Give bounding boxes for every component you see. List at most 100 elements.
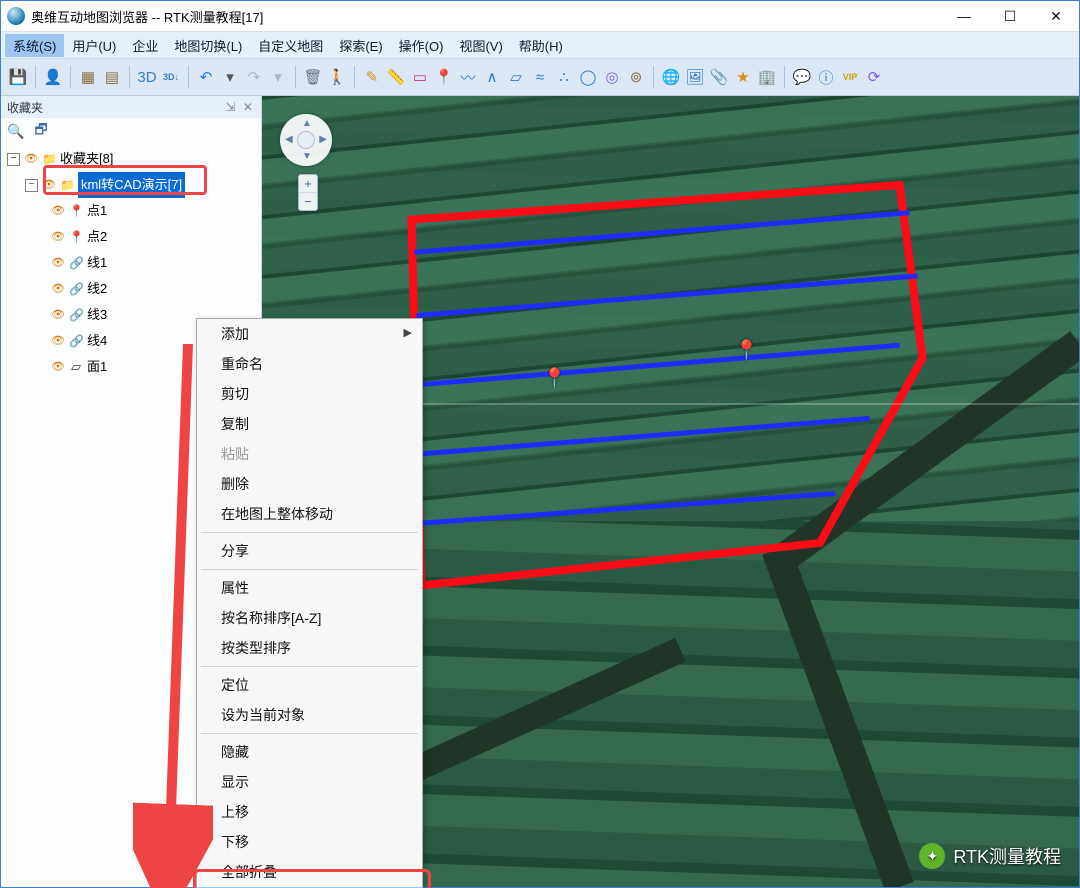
tree-item-label[interactable]: 面1 xyxy=(87,354,107,380)
ctx-定位[interactable]: 定位 xyxy=(197,670,422,700)
menu-地图切换(L)[interactable]: 地图切换(L) xyxy=(166,34,250,57)
sidebar-search-icon[interactable]: 🔍 xyxy=(7,123,24,140)
target1-icon[interactable]: ◎ xyxy=(603,68,621,86)
tree-item-label[interactable]: 线4 xyxy=(87,328,107,354)
undo-icon[interactable]: ↶ xyxy=(197,68,215,86)
maximize-button[interactable]: ☐ xyxy=(987,1,1033,31)
tree-item-label[interactable]: 点2 xyxy=(87,224,107,250)
polygon-icon[interactable]: ▱ xyxy=(507,68,525,86)
refresh-icon[interactable]: ⟳ xyxy=(865,68,883,86)
nav-up-icon[interactable]: ▲ xyxy=(302,118,312,129)
circle-icon[interactable]: ◯ xyxy=(579,68,597,86)
eye-icon[interactable]: 👁 xyxy=(42,172,56,198)
chat-icon[interactable]: 💬 xyxy=(793,68,811,86)
eye-icon[interactable]: 👁 xyxy=(51,198,65,224)
nav-right-icon[interactable]: ▶ xyxy=(319,134,327,145)
redo-icon[interactable]: ↷ xyxy=(245,68,263,86)
menu-bar[interactable]: 系统(S)用户(U)企业地图切换(L)自定义地图探索(E)操作(O)视图(V)帮… xyxy=(1,32,1079,59)
context-menu[interactable]: 添加▶重命名剪切复制粘贴删除在地图上整体移动分享属性按名称排序[A-Z]按类型排… xyxy=(196,318,423,888)
menu-用户(U)[interactable]: 用户(U) xyxy=(64,34,124,57)
ctx-剪切[interactable]: 剪切 xyxy=(197,379,422,409)
ctx-显示[interactable]: 显示 xyxy=(197,767,422,797)
polyline-icon[interactable]: 〰 xyxy=(459,68,477,86)
ctx-下移[interactable]: 下移 xyxy=(197,827,422,857)
ctx-隐藏[interactable]: 隐藏 xyxy=(197,737,422,767)
map-zoom-control[interactable]: + − xyxy=(298,174,318,211)
tree-item-label[interactable]: 线2 xyxy=(87,276,107,302)
minimize-button[interactable]: — xyxy=(941,1,987,31)
ctx-在地图上整体移动[interactable]: 在地图上整体移动 xyxy=(197,499,422,529)
ctx-全部折叠[interactable]: 全部折叠 xyxy=(197,857,422,887)
tree-toggle[interactable]: − xyxy=(7,153,20,166)
ctx-设为当前对象[interactable]: 设为当前对象 xyxy=(197,700,422,730)
ctx-重命名[interactable]: 重命名 xyxy=(197,349,422,379)
ctx-分享[interactable]: 分享 xyxy=(197,536,422,566)
body-icon[interactable]: 🚶 xyxy=(328,68,346,86)
ctx-删除[interactable]: 删除 xyxy=(197,469,422,499)
menu-帮助(H)[interactable]: 帮助(H) xyxy=(511,34,571,57)
map-pin-1[interactable]: 📍 xyxy=(542,366,567,391)
sidebar-header[interactable]: 收藏夹 ⇲ ✕ xyxy=(1,96,261,118)
sidebar-pin-icon[interactable]: ⇲ ✕ xyxy=(226,100,255,114)
vip-icon[interactable]: VIP xyxy=(841,68,859,86)
image-icon[interactable]: 🖼 xyxy=(686,68,704,86)
info-icon[interactable]: ⓘ xyxy=(817,68,835,86)
map-pin-2[interactable]: 📍 xyxy=(734,338,759,363)
tree-item-label[interactable]: 线3 xyxy=(87,302,107,328)
eye-icon[interactable]: 👁 xyxy=(51,302,65,328)
tree-root-label[interactable]: 收藏夹[8] xyxy=(60,146,113,172)
menu-系统(S)[interactable]: 系统(S) xyxy=(5,34,64,57)
ctx-按类型排序[interactable]: 按类型排序 xyxy=(197,633,422,663)
redo-menu-icon[interactable]: ▾ xyxy=(269,68,287,86)
user-icon[interactable]: 👤 xyxy=(44,68,62,86)
panel2-icon[interactable]: ▤ xyxy=(103,68,121,86)
title-bar[interactable]: 奥维互动地图浏览器 -- RTK测量教程[17] — ☐ ✕ xyxy=(1,1,1079,32)
tree-toggle[interactable]: − xyxy=(25,179,38,192)
clip-icon[interactable]: 📎 xyxy=(710,68,728,86)
close-button[interactable]: ✕ xyxy=(1033,1,1079,31)
zoom-in-button[interactable]: + xyxy=(299,175,317,193)
nav-down-icon[interactable]: ▼ xyxy=(302,151,312,162)
globe-icon[interactable]: 🌐 xyxy=(662,68,680,86)
ruler-icon[interactable]: 📏 xyxy=(387,68,405,86)
menu-企业[interactable]: 企业 xyxy=(124,34,166,57)
menu-操作(O)[interactable]: 操作(O) xyxy=(391,34,452,57)
ctx-复制[interactable]: 复制 xyxy=(197,409,422,439)
ctx-上移[interactable]: 上移 xyxy=(197,797,422,827)
menu-自定义地图[interactable]: 自定义地图 xyxy=(250,34,331,57)
tree-selected-label[interactable]: kml转CAD演示[7] xyxy=(78,172,185,198)
eye-icon[interactable]: 👁 xyxy=(24,146,38,172)
eye-icon[interactable]: 👁 xyxy=(51,250,65,276)
eye-icon[interactable]: 👁 xyxy=(51,354,65,380)
menu-视图(V)[interactable]: 视图(V) xyxy=(451,34,510,57)
undo-menu-icon[interactable]: ▾ xyxy=(221,68,239,86)
polyline2-icon[interactable]: ∧ xyxy=(483,68,501,86)
menu-探索(E)[interactable]: 探索(E) xyxy=(331,34,390,57)
ctx-添加[interactable]: 添加▶ xyxy=(197,319,422,349)
ctx-属性[interactable]: 属性 xyxy=(197,573,422,603)
eye-icon[interactable]: 👁 xyxy=(51,224,65,250)
pencil-icon[interactable]: ✎ xyxy=(363,68,381,86)
save-icon[interactable]: 💾 xyxy=(9,68,27,86)
nav-left-icon[interactable]: ◀ xyxy=(285,134,293,145)
sidebar-windows-icon[interactable]: 🗗 xyxy=(34,119,47,143)
building-icon[interactable]: 🏢 xyxy=(758,68,776,86)
eye-icon[interactable]: 👁 xyxy=(51,328,65,354)
wave-icon[interactable]: ≈ xyxy=(531,68,549,86)
rect-icon[interactable]: ▭ xyxy=(411,68,429,86)
dots-icon[interactable]: ∴ xyxy=(555,68,573,86)
trash-icon[interactable]: 🗑 xyxy=(304,68,322,86)
3d-icon[interactable]: 3D xyxy=(138,68,156,86)
target2-icon[interactable]: ⊚ xyxy=(627,68,645,86)
tree-item-label[interactable]: 点1 xyxy=(87,198,107,224)
zoom-out-button[interactable]: − xyxy=(299,193,317,210)
3d2d-icon[interactable]: 3D↓ xyxy=(162,68,180,86)
pin-tool-icon[interactable]: 📍 xyxy=(435,68,453,86)
map-nav-compass[interactable]: ▲ ▼ ◀ ▶ xyxy=(280,114,332,166)
ctx-按名称排序[A-Z][interactable]: 按名称排序[A-Z] xyxy=(197,603,422,633)
eye-icon[interactable]: 👁 xyxy=(51,276,65,302)
tree-item-label[interactable]: 线1 xyxy=(87,250,107,276)
panel1-icon[interactable]: ▦ xyxy=(79,68,97,86)
toolbar[interactable]: 💾 👤 ▦ ▤ 3D 3D↓ ↶ ▾ ↷ ▾ 🗑 🚶 ✎ 📏 ▭ 📍 〰 ∧ ▱ ≈ ∴ ◯ ◎ ⊚ 🌐 🖼 📎 ★ 🏢 💬 ⓘ VIP ⟳ xyxy=(1,59,1079,96)
star-icon[interactable]: ★ xyxy=(734,68,752,86)
